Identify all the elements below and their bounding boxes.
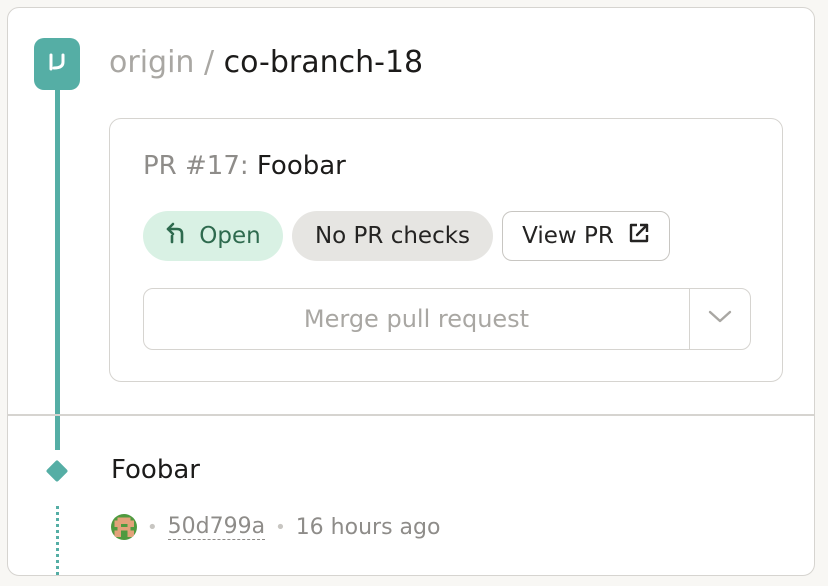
pr-checks-badge: No PR checks [292, 211, 493, 261]
pr-status-badge: Open [143, 211, 283, 261]
view-pr-button[interactable]: View PR [502, 211, 670, 261]
merge-label: Merge pull request [303, 305, 530, 333]
pull-request-icon [46, 51, 68, 77]
timeline-dotted-line [55, 506, 59, 575]
pr-open-icon [165, 221, 187, 251]
merge-options-button[interactable] [690, 289, 750, 349]
commit-sha-link[interactable]: 50d799a [167, 514, 266, 540]
commit-meta: • 50d799a • 16 hours ago [111, 510, 440, 544]
branch-remote: origin [109, 45, 195, 80]
meta-separator: • [147, 516, 158, 538]
pr-checks-label: No PR checks [314, 223, 471, 249]
branch-name: co-branch-18 [223, 45, 424, 80]
section-divider [8, 414, 814, 416]
timeline-line [54, 90, 60, 450]
meta-separator: • [275, 516, 286, 538]
merge-button[interactable]: Merge pull request [144, 289, 690, 349]
commit-node-icon [45, 459, 69, 483]
merge-control: Merge pull request [143, 288, 751, 350]
branch-card: origin / co-branch-18 PR #17: Foobar Ope… [7, 7, 815, 576]
pr-title-text: Foobar [256, 151, 346, 181]
pr-number: PR #17: [143, 151, 249, 181]
chevron-down-icon [707, 309, 733, 329]
external-link-icon [628, 222, 650, 250]
branch-title: origin / co-branch-18 [109, 44, 423, 82]
view-pr-label: View PR [522, 223, 614, 249]
branch-separator: / [203, 45, 215, 80]
pr-status-label: Open [199, 223, 261, 249]
branch-badge [34, 38, 80, 90]
pull-request-panel: PR #17: Foobar Open No PR checks View PR [109, 118, 783, 382]
commit-time: 16 hours ago [295, 514, 441, 540]
pr-title: PR #17: Foobar [143, 149, 346, 183]
avatar [111, 514, 137, 540]
commit-message: Foobar [111, 455, 200, 485]
